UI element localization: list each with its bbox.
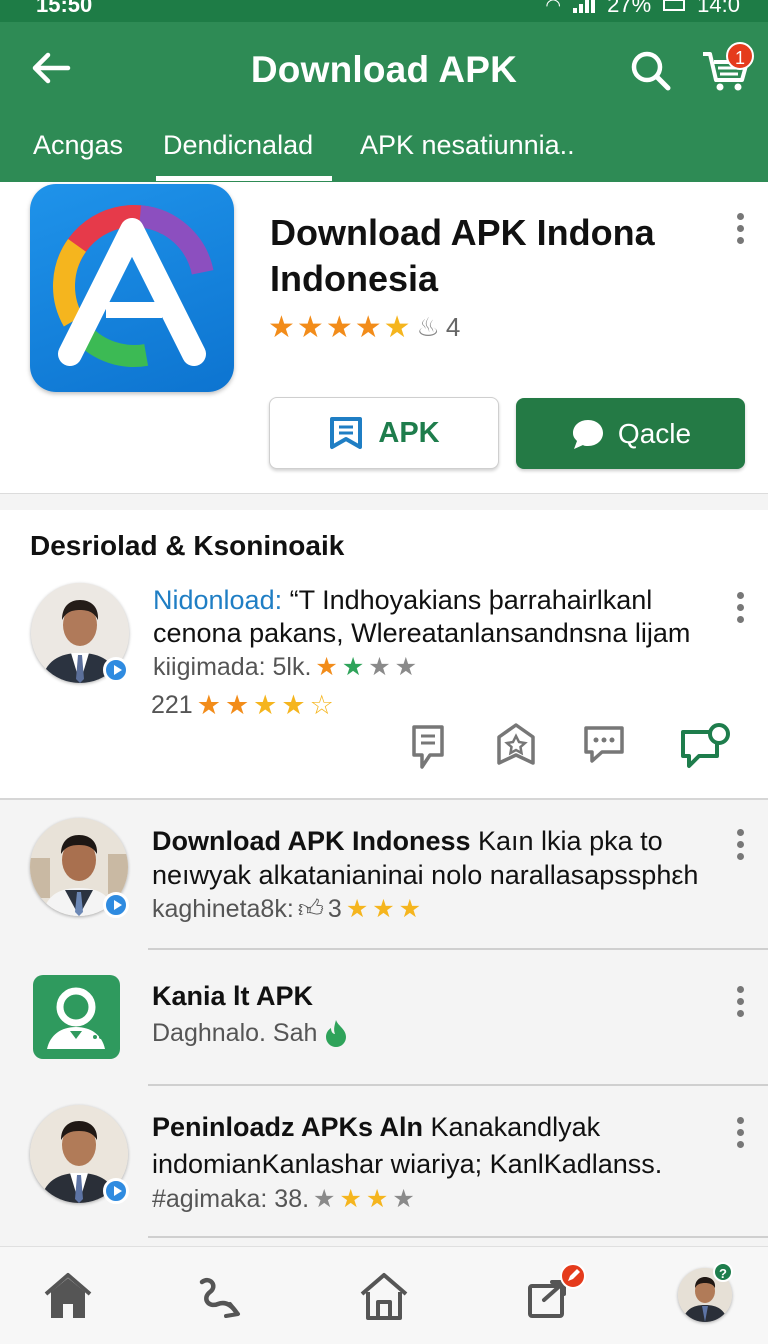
status-time: 15:50 <box>36 0 93 17</box>
notification-badge <box>560 1263 586 1289</box>
note-icon[interactable] <box>410 724 446 772</box>
flame-icon <box>326 1020 347 1047</box>
star-icon: ★ <box>253 690 278 720</box>
app-rating: ★ ★ ★ ★ ★ ♨ 4 <box>268 312 460 343</box>
star-icon: ★ <box>313 1185 336 1213</box>
status-bar: 15:50 ◠ 27% 14:0 <box>0 0 768 22</box>
tab-dendicnalad[interactable]: Dendicnalad <box>163 130 313 161</box>
star-icon: ★ <box>339 1185 362 1213</box>
list-item-meta-text: kaghineta8k: <box>152 894 294 923</box>
list-item-line2: indomianKanlashar wiariya; KanlKadlanss. <box>152 1149 663 1179</box>
star-icon: ★ <box>325 310 353 344</box>
list-item-line2: neıwyak alkatanianinai nolo narallasapss… <box>152 860 699 890</box>
list-item-title-rest: Kaın lkia pka to <box>470 826 663 856</box>
search-icon[interactable] <box>628 48 672 92</box>
star-icon: ★ <box>196 690 221 720</box>
list-item-title: Download APK Indoness Kaın lkia pka to <box>152 824 663 858</box>
active-tab-indicator <box>156 176 332 181</box>
apk-button-label: APK <box>378 416 440 449</box>
review-line1: “T Indhoyakians þarrahairlkanl <box>289 585 653 615</box>
chat-bubble-icon <box>572 419 603 449</box>
star-icon: ★ <box>383 310 411 344</box>
battery-percent: 27% <box>607 0 652 17</box>
star-icon: ★ <box>398 895 422 923</box>
list-item-meta: Daghnalo. Sah <box>152 1018 351 1048</box>
app-logo[interactable] <box>30 184 234 392</box>
pencil-icon <box>568 1269 580 1281</box>
list-item-more-icon[interactable] <box>737 1117 745 1151</box>
star-icon: ★ <box>394 653 418 681</box>
list-item-meta-text: #agimaka: 38. <box>152 1184 310 1213</box>
review-more-icon[interactable] <box>737 592 745 626</box>
rating-value: 4 <box>445 312 461 342</box>
star-icon: ★ <box>268 310 295 344</box>
star-icon: ★ <box>392 1185 415 1213</box>
divider <box>148 948 768 950</box>
star-icon: ★ <box>296 310 324 344</box>
list-item-title: Peninloadz APKs Aln Kanakandlyak <box>152 1110 600 1144</box>
cart-badge: 1 <box>726 42 754 70</box>
review-line2: cenona pakans, Wlereatanlansandnsna lija… <box>153 618 691 648</box>
list-item-title: Kania lt APK <box>152 979 313 1013</box>
app-icon[interactable] <box>33 975 120 1059</box>
route-icon[interactable] <box>196 1270 248 1322</box>
list-item-title-rest: Kanakandlyak <box>423 1112 601 1142</box>
badge-star-icon[interactable] <box>495 722 537 766</box>
tab-acngas[interactable]: Acngas <box>33 130 123 161</box>
apk-button[interactable]: APK <box>269 397 499 469</box>
star-icon: ★ <box>354 310 382 344</box>
primary-button-label: Qacle <box>617 417 692 449</box>
star-icon: ★ <box>281 690 306 720</box>
app-more-icon[interactable] <box>737 213 745 247</box>
comment-icon[interactable] <box>582 724 626 764</box>
list-item-more-icon[interactable] <box>737 829 745 863</box>
tab-apk[interactable]: APK nesatiunnia.. <box>360 130 575 161</box>
list-item-title-bold: Kania lt APK <box>152 981 314 1011</box>
divider <box>148 1236 768 1238</box>
star-icon: ☆ <box>309 690 334 720</box>
list-item-meta: kaghineta8k: 👍︎ 3 ★ ★ ★ <box>152 894 421 924</box>
star-icon: ★ <box>224 690 250 720</box>
review-meta2: 221 <box>151 690 193 719</box>
play-badge-icon <box>103 892 129 918</box>
review-prefix: Nidonload: <box>153 585 283 615</box>
battery-icon <box>663 0 686 11</box>
play-badge-icon <box>103 1178 129 1204</box>
flame-icon: ♨ <box>416 312 440 342</box>
profile-badge: ? <box>713 1262 733 1282</box>
bookmark-icon <box>330 417 363 449</box>
review-meta-row-2: 221 ★ ★ ★ ★ ☆ <box>151 690 334 720</box>
chat-notify-icon[interactable] <box>679 722 733 770</box>
review-meta-row: kiigimada: 5lk. ★ ★ ★ ★ <box>153 652 417 682</box>
list-item-title-bold: Download APK Indoness <box>152 826 471 856</box>
star-icon: ★ <box>368 653 391 681</box>
list-item-meta-count: 3 <box>327 894 342 923</box>
tab-bar: Acngas Dendicnalad APK nesatiunnia.. <box>0 118 768 182</box>
home-icon[interactable] <box>42 1270 94 1322</box>
wifi-icon: ◠ <box>545 0 562 15</box>
thumbs-up-icon: 👍︎ <box>297 895 324 923</box>
star-icon: ★ <box>315 653 338 681</box>
status-extra: 14:0 <box>697 0 740 17</box>
divider <box>148 1084 768 1086</box>
star-icon: ★ <box>345 895 369 923</box>
list-item-title-bold: Peninloadz APKs Aln <box>152 1112 424 1142</box>
app-bar: Download APK <box>0 22 768 118</box>
list-item-more-icon[interactable] <box>737 986 745 1020</box>
house-outline-icon[interactable] <box>358 1270 410 1322</box>
list-item-meta: #agimaka: 38. ★ ★ ★ ★ <box>152 1184 415 1214</box>
star-icon: ★ <box>341 653 365 681</box>
play-badge-icon <box>103 657 129 683</box>
signal-icon <box>573 0 596 13</box>
star-icon: ★ <box>365 1185 389 1213</box>
app-title: Download APK Indona Indonesia <box>270 212 655 299</box>
star-icon: ★ <box>372 895 395 923</box>
section-title: Desriolad & Ksoninoaik <box>30 530 345 561</box>
contact-icon <box>47 987 105 1049</box>
review-meta1: kiigimada: 5lk. <box>153 652 312 681</box>
list-item-meta-text: Daghnalo. Sah <box>152 1018 318 1047</box>
primary-action-button[interactable]: Qacle <box>516 398 745 469</box>
app-logo-icon <box>52 205 215 367</box>
